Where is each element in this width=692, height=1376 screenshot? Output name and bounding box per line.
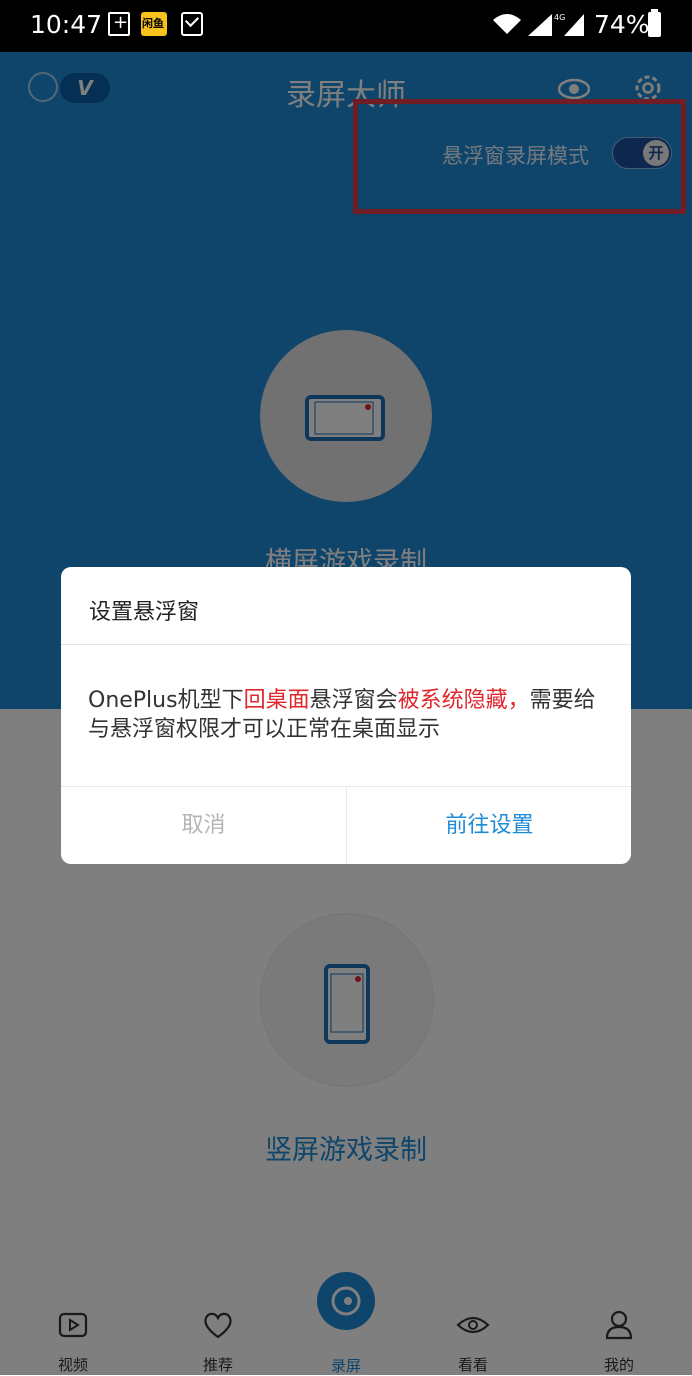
go-to-settings-button[interactable]: 前往设置 (347, 787, 631, 864)
message-text: OnePlus机型下 (88, 688, 244, 713)
app-notification-icon: 闲鱼 (141, 12, 167, 36)
dialog-message: OnePlus机型下回桌面悬浮窗会被系统隐藏，需要给与悬浮窗权限才可以正常在桌面… (88, 686, 608, 744)
signal-2-icon (564, 14, 584, 36)
wifi-icon (493, 14, 521, 34)
signal-icon (528, 14, 552, 36)
message-emphasis: 回桌面 (243, 688, 310, 713)
float-permission-dialog: 设置悬浮窗 OnePlus机型下回桌面悬浮窗会被系统隐藏，需要给与悬浮窗权限才可… (61, 567, 631, 864)
cancel-button[interactable]: 取消 (61, 787, 346, 864)
message-text: 悬浮窗会 (309, 688, 398, 713)
status-bar: 10:47 闲鱼 4G 74% (0, 0, 692, 52)
battery-saver-icon (108, 12, 130, 36)
message-emphasis: 被系统隐藏， (397, 688, 530, 713)
divider (61, 644, 631, 645)
mail-icon (181, 12, 203, 36)
status-time: 10:47 (30, 10, 103, 39)
battery-percent: 74% (594, 10, 650, 39)
battery-icon (648, 9, 661, 37)
dialog-title: 设置悬浮窗 (89, 600, 200, 625)
